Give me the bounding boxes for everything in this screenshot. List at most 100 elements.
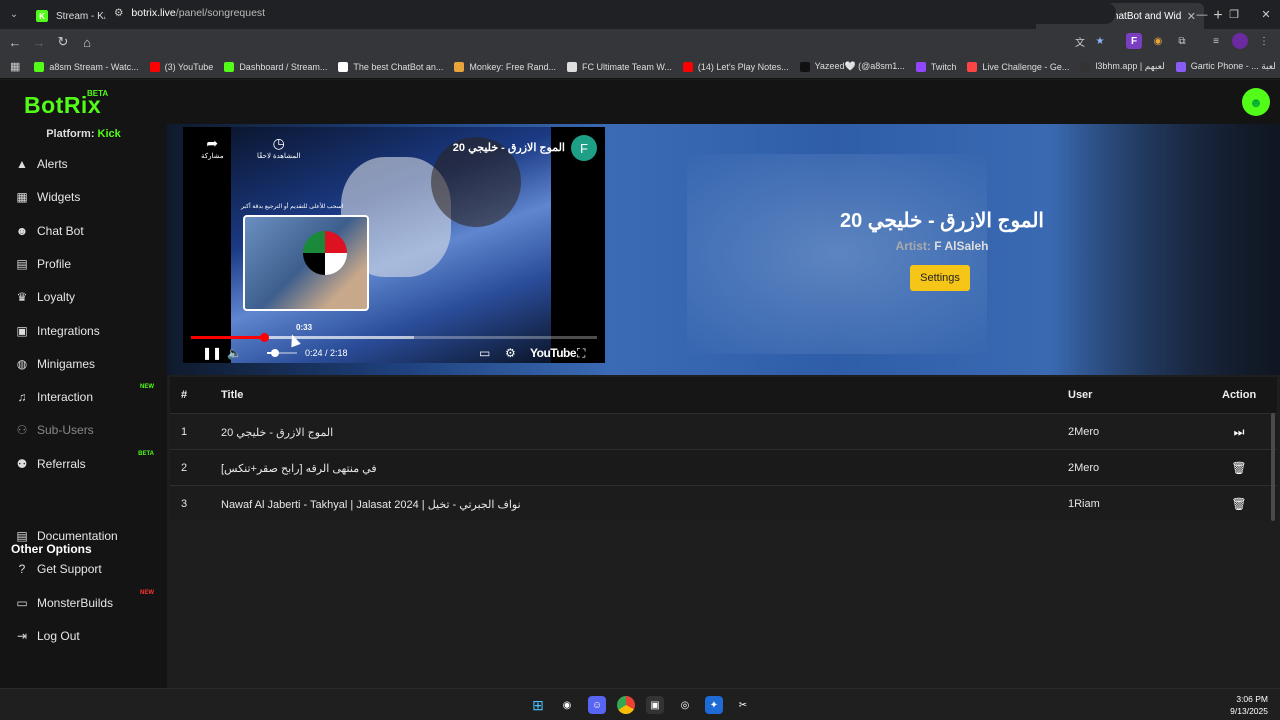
app-header: BotRix BETA ☻ — [0, 80, 1280, 124]
address-bar[interactable]: ⚙ botrix.live/panel/songrequest — [104, 2, 1116, 24]
sidebar-item-chat-bot[interactable]: ☻ Chat Bot — [14, 220, 164, 242]
bookmark-label: Dashboard / Stream... — [239, 61, 328, 72]
share-label: مشاركة — [201, 153, 224, 160]
volume-icon[interactable]: 🔈 — [227, 346, 242, 360]
pause-icon[interactable]: ❚❚ — [202, 346, 222, 360]
extension-cookie-icon[interactable]: ◉ — [1150, 33, 1166, 49]
bookmark-label: Gartic Phone - ... لعبة — [1190, 61, 1276, 71]
row-index: 3 — [181, 498, 188, 510]
trash-icon[interactable]: 🗑 — [1230, 495, 1248, 513]
sidebar-item-interaction[interactable]: ♫ Interaction NEW — [14, 384, 164, 408]
bookmark-item[interactable]: (14) Let's Play Notes... — [682, 61, 789, 72]
editor-icon[interactable]: ✂ — [734, 696, 752, 714]
share-button[interactable]: ➦ مشاركة — [201, 135, 224, 160]
sidebar-item-label: Sub-Users — [37, 423, 94, 438]
windows-start-icon[interactable]: ⊞ — [529, 696, 547, 714]
site-info-icon[interactable]: ⚙ — [114, 7, 123, 19]
widgets-icon: ▦ — [16, 190, 28, 205]
row-index: 1 — [181, 426, 188, 438]
restore-icon[interactable]: ❐ — [1218, 0, 1250, 29]
profile-avatar[interactable] — [1232, 33, 1248, 49]
obs-icon[interactable]: ◎ — [676, 696, 694, 714]
bookmark-item[interactable]: Live Challenge - Ge... — [967, 61, 1069, 72]
bookmark-favicon-icon — [566, 61, 577, 72]
video-title[interactable]: الموج الازرق - خليجي 20 — [453, 141, 565, 154]
user-avatar[interactable]: ☻ — [1242, 88, 1270, 116]
bookmark-label: (14) Let's Play Notes... — [697, 61, 789, 72]
volume-knob[interactable] — [270, 349, 279, 357]
row-user: 2Mero — [1068, 426, 1100, 438]
tab-search-icon[interactable]: ⌄ — [0, 0, 28, 29]
capcut-icon[interactable]: ▣ — [646, 696, 664, 714]
steam-icon[interactable]: ◉ — [558, 696, 576, 714]
sidebar-item-log-out[interactable]: ⇥ Log Out — [14, 625, 164, 647]
help-icon: ? — [18, 562, 26, 577]
bookmark-item[interactable]: Gartic Phone - ... لعبة — [1175, 61, 1276, 72]
progress-scrubber[interactable] — [260, 333, 270, 342]
settings-button[interactable]: Settings — [910, 265, 970, 291]
translate-icon[interactable]: 文 — [1072, 33, 1088, 49]
fullscreen-icon[interactable]: ⛶ — [577, 346, 585, 361]
youtube-player[interactable]: ➦ مشاركة ◷ المشاهدة لاحقًا الموج الازرق … — [183, 127, 605, 363]
bookmark-item[interactable]: (3) YouTube — [149, 61, 213, 72]
extension-f-icon[interactable]: F — [1126, 33, 1142, 49]
system-clock[interactable]: 3:06 PM 9/13/2025 — [1230, 693, 1268, 717]
sidebar-item-badge: NEW — [140, 384, 154, 391]
robot-icon: ☻ — [15, 223, 29, 238]
sidebar-item-sub-users[interactable]: ⚇ Sub-Users — [14, 419, 164, 441]
discord-icon[interactable]: ☺ — [588, 696, 606, 714]
bookmark-item[interactable]: a8sm Stream - Watc... — [34, 61, 139, 72]
sidebar-item-alerts[interactable]: ▲ Alerts — [14, 153, 164, 175]
youtube-logo[interactable]: YouTube — [530, 346, 577, 360]
bookmark-label: The best ChatBot an... — [353, 61, 444, 72]
apps-grid-icon[interactable]: ▦ — [10, 60, 20, 73]
trophy-icon: ♛ — [16, 290, 28, 305]
clock-icon: ◷ — [272, 135, 285, 151]
table-row: 1 الموج الازرق - خليجي 20 2Mero ⏭ — [170, 413, 1277, 449]
botrix-app: BotRix BETA ☻ Platform: Kick ▲ Alerts ▦ Wid… — [0, 80, 1280, 688]
reload-icon[interactable]: ↻ — [51, 34, 75, 50]
subtitles-icon[interactable]: ▭ — [479, 346, 490, 360]
bookmark-item[interactable]: Yazeed🤍 (@a8sm1... — [799, 61, 905, 72]
sidebar-item-documentation[interactable]: ▤ Documentation — [14, 525, 164, 547]
browser-menu-icon[interactable]: ⋮ — [1256, 33, 1272, 49]
gamepad-icon: ◍ — [16, 356, 28, 371]
chrome-icon[interactable] — [617, 696, 635, 714]
close-window-icon[interactable]: ✕ — [1250, 0, 1280, 29]
queue-scrollbar[interactable] — [1271, 413, 1275, 521]
home-icon[interactable]: ⌂ — [75, 35, 99, 50]
table-row: 2 في منتهى الرقه [رابح صقر+تنكس] 2Mero 🗑 — [170, 449, 1277, 485]
windows-taskbar: ⊞ ◉ ☺ ▣ ◎ ✦ ✂ 3:06 PM 9/13/2025 — [0, 688, 1280, 720]
share-icon: ➦ — [206, 135, 219, 151]
bookmark-item[interactable]: Twitch — [915, 61, 956, 72]
forward-icon[interactable]: → — [27, 35, 51, 50]
sidebar-item-integrations[interactable]: ▣ Integrations — [14, 320, 164, 342]
streamlabs-icon[interactable]: ✦ — [705, 696, 723, 714]
sidebar-item-referrals[interactable]: ⚉ Referrals BETA — [14, 451, 164, 475]
minimize-icon[interactable]: — — [1186, 0, 1218, 29]
sidebar-item-profile[interactable]: ▤ Profile — [14, 253, 164, 275]
platform-value: Kick — [97, 128, 121, 140]
sidebar-item-monsterbuilds[interactable]: ▭ MonsterBuilds NEW — [14, 590, 164, 614]
skip-icon[interactable]: ⏭ — [1230, 423, 1248, 441]
media-controls-icon[interactable]: ≡ — [1208, 33, 1224, 49]
bookmark-item[interactable]: l3bhm.app | لعبهم — [1080, 61, 1165, 72]
extensions-icon[interactable]: ⧉ — [1174, 33, 1190, 49]
back-icon[interactable]: ← — [3, 35, 27, 50]
bookmark-item[interactable]: The best ChatBot an... — [338, 61, 444, 72]
bookmark-item[interactable]: Monkey: Free Rand... — [454, 61, 556, 72]
sidebar-item-loyalty[interactable]: ♛ Loyalty — [14, 286, 164, 308]
channel-avatar[interactable]: F — [571, 135, 597, 161]
trash-icon[interactable]: 🗑 — [1230, 459, 1248, 477]
bookmark-item[interactable]: Dashboard / Stream... — [224, 61, 328, 72]
sidebar-item-get-support[interactable]: ? Get Support — [14, 558, 164, 580]
sidebar-item-minigames[interactable]: ◍ Minigames — [14, 353, 164, 375]
watch-later-button[interactable]: ◷ المشاهدة لاحقًا — [257, 135, 300, 160]
bookmark-favicon-icon — [799, 61, 810, 72]
settings-gear-icon[interactable]: ⚙ — [505, 346, 516, 360]
sidebar-item-widgets[interactable]: ▦ Widgets — [14, 186, 164, 208]
bookmark-item[interactable]: FC Ultimate Team W... — [566, 61, 672, 72]
bookmark-label: FC Ultimate Team W... — [581, 61, 672, 72]
row-title: في منتهى الرقه [رابح صقر+تنكس] — [221, 462, 377, 475]
bookmark-star-icon[interactable]: ★ — [1092, 33, 1108, 49]
